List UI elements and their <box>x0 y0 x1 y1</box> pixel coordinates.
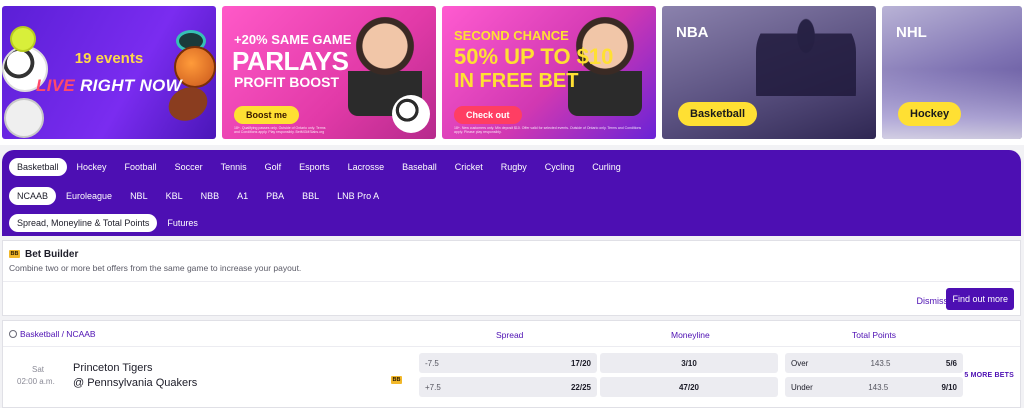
parlays-boost-banner[interactable]: +20% SAME GAME PARLAYS PROFIT BOOST Boos… <box>222 6 436 139</box>
boost-me-button[interactable]: Boost me <box>234 106 300 124</box>
total-under-odd[interactable]: Under 143.5 9/10 <box>785 377 963 397</box>
bet-builder-title: Bet Builder <box>25 249 79 260</box>
tab-euroleague[interactable]: Euroleague <box>58 187 120 205</box>
second-chance-line2: 50% UP TO $10 <box>454 44 614 69</box>
tab-rugby[interactable]: Rugby <box>493 158 535 176</box>
breadcrumb[interactable]: Basketball / NCAAB <box>9 329 96 339</box>
tab-pba[interactable]: PBA <box>258 187 292 205</box>
tab-cycling[interactable]: Cycling <box>537 158 583 176</box>
spread-line: +7.5 <box>425 382 441 392</box>
tennis-ball-icon <box>10 26 36 52</box>
nba-title: NBA <box>676 24 709 41</box>
basketball-players-image <box>756 12 856 132</box>
live-events-banner[interactable]: 19 events LIVE RIGHT NOW <box>2 6 216 139</box>
total-line: 143.5 <box>870 358 891 368</box>
spread-line: -7.5 <box>425 358 439 368</box>
team-home[interactable]: Princeton Tigers <box>73 362 152 374</box>
tab-curling[interactable]: Curling <box>584 158 629 176</box>
sports-tabs: Basketball Hockey Football Soccer Tennis… <box>2 157 1021 177</box>
nhl-banner[interactable]: NHL Hockey <box>882 6 1022 139</box>
total-price: 9/10 <box>941 382 958 392</box>
basketball-button[interactable]: Basketball <box>678 102 758 126</box>
spread-price: 22/25 <box>570 382 591 392</box>
moneyline-column-header: Moneyline <box>671 330 710 340</box>
moneyline-odd-2[interactable]: 47/20 <box>600 377 778 397</box>
bet-builder-badge-icon: BB <box>9 250 20 259</box>
total-points-column-header: Total Points <box>852 330 896 340</box>
team-away[interactable]: @ Pennsylvania Quakers <box>73 377 197 389</box>
total-line: 143.5 <box>868 382 889 392</box>
second-chance-fine-print: 18+. New customers only. Min deposit $10… <box>454 126 642 134</box>
total-price: 5/6 <box>945 358 957 368</box>
tab-cricket[interactable]: Cricket <box>447 158 491 176</box>
tab-a1[interactable]: A1 <box>229 187 256 205</box>
moneyline-price: 47/20 <box>678 382 700 392</box>
event-time: 02:00 a.m. <box>17 377 55 386</box>
tab-football[interactable]: Football <box>117 158 165 176</box>
event-day: Sat <box>31 365 44 374</box>
tab-soccer[interactable]: Soccer <box>167 158 211 176</box>
league-tabs: NCAAB Euroleague NBL KBL NBB A1 PBA BBL … <box>2 186 1021 206</box>
market-tabs: Spread, Moneyline & Total Points Futures <box>2 213 1021 233</box>
tab-golf[interactable]: Golf <box>257 158 290 176</box>
hockey-button[interactable]: Hockey <box>898 102 962 126</box>
spread-odd-2[interactable]: +7.5 22/25 <box>419 377 597 397</box>
tab-bbl[interactable]: BBL <box>294 187 327 205</box>
spread-price: 17/20 <box>570 358 591 368</box>
tab-nbb[interactable]: NBB <box>193 187 228 205</box>
check-out-button[interactable]: Check out <box>454 106 522 124</box>
tab-baseball[interactable]: Baseball <box>394 158 445 176</box>
live-right-now-text: LIVE RIGHT NOW <box>36 76 182 95</box>
tab-ncaab[interactable]: NCAAB <box>9 187 57 205</box>
table-header: Basketball / NCAAB Spread Moneyline Tota… <box>3 321 1020 347</box>
total-label: Under <box>791 382 813 392</box>
moneyline-price: 3/10 <box>681 358 697 368</box>
soccer-ball-icon <box>392 95 430 133</box>
live-events-count: 19 events <box>74 50 144 67</box>
second-chance-line1: SECOND CHANCE <box>454 28 569 43</box>
spread-odd-1[interactable]: -7.5 17/20 <box>419 353 597 373</box>
bet-builder-badge-icon: BB <box>391 375 402 384</box>
globe-icon <box>9 330 17 338</box>
bet-builder-card: BB Bet Builder Combine two or more bet of… <box>2 240 1021 316</box>
events-table: Basketball / NCAAB Spread Moneyline Tota… <box>2 320 1021 408</box>
spread-column-header: Spread <box>496 330 524 340</box>
divider <box>3 281 1020 282</box>
moneyline-odd-1[interactable]: 3/10 <box>600 353 778 373</box>
tab-spread-moneyline-total[interactable]: Spread, Moneyline & Total Points <box>9 214 158 232</box>
promo-banners: 19 events LIVE RIGHT NOW +20% SAME GAME … <box>0 0 1024 145</box>
total-label: Over <box>791 358 809 368</box>
find-out-more-button[interactable]: Find out more <box>946 288 1014 310</box>
parlays-line3: PROFIT BOOST <box>234 74 339 90</box>
second-chance-line3: IN FREE BET <box>454 70 579 92</box>
parlays-fine-print: 18+. Qualifying passes only. Outside of … <box>234 126 326 134</box>
nhl-title: NHL <box>896 24 927 41</box>
bet-builder-heading: BB Bet Builder <box>9 249 78 260</box>
tab-lacrosse[interactable]: Lacrosse <box>340 158 393 176</box>
parlays-line1: +20% SAME GAME <box>234 32 352 47</box>
tab-hockey[interactable]: Hockey <box>69 158 115 176</box>
sports-navigation: Basketball Hockey Football Soccer Tennis… <box>2 150 1021 236</box>
tab-lnb-pro-a[interactable]: LNB Pro A <box>329 187 387 205</box>
tab-nbl[interactable]: NBL <box>122 187 156 205</box>
tab-futures[interactable]: Futures <box>159 214 206 232</box>
bet-builder-subtitle: Combine two or more bet offers from the … <box>9 263 302 273</box>
parlays-line2: PARLAYS <box>232 46 349 76</box>
tab-tennis[interactable]: Tennis <box>213 158 255 176</box>
second-chance-banner[interactable]: SECOND CHANCE 50% UP TO $10 IN FREE BET … <box>442 6 656 139</box>
more-bets-link[interactable]: 5 MORE BETS <box>964 372 1014 379</box>
tab-esports[interactable]: Esports <box>291 158 338 176</box>
tab-basketball[interactable]: Basketball <box>9 158 67 176</box>
baseball-icon <box>4 98 44 138</box>
total-over-odd[interactable]: Over 143.5 5/6 <box>785 353 963 373</box>
nba-banner[interactable]: NBA Basketball <box>662 6 876 139</box>
dismiss-link[interactable]: Dismiss <box>917 296 949 306</box>
tab-kbl[interactable]: KBL <box>158 187 191 205</box>
